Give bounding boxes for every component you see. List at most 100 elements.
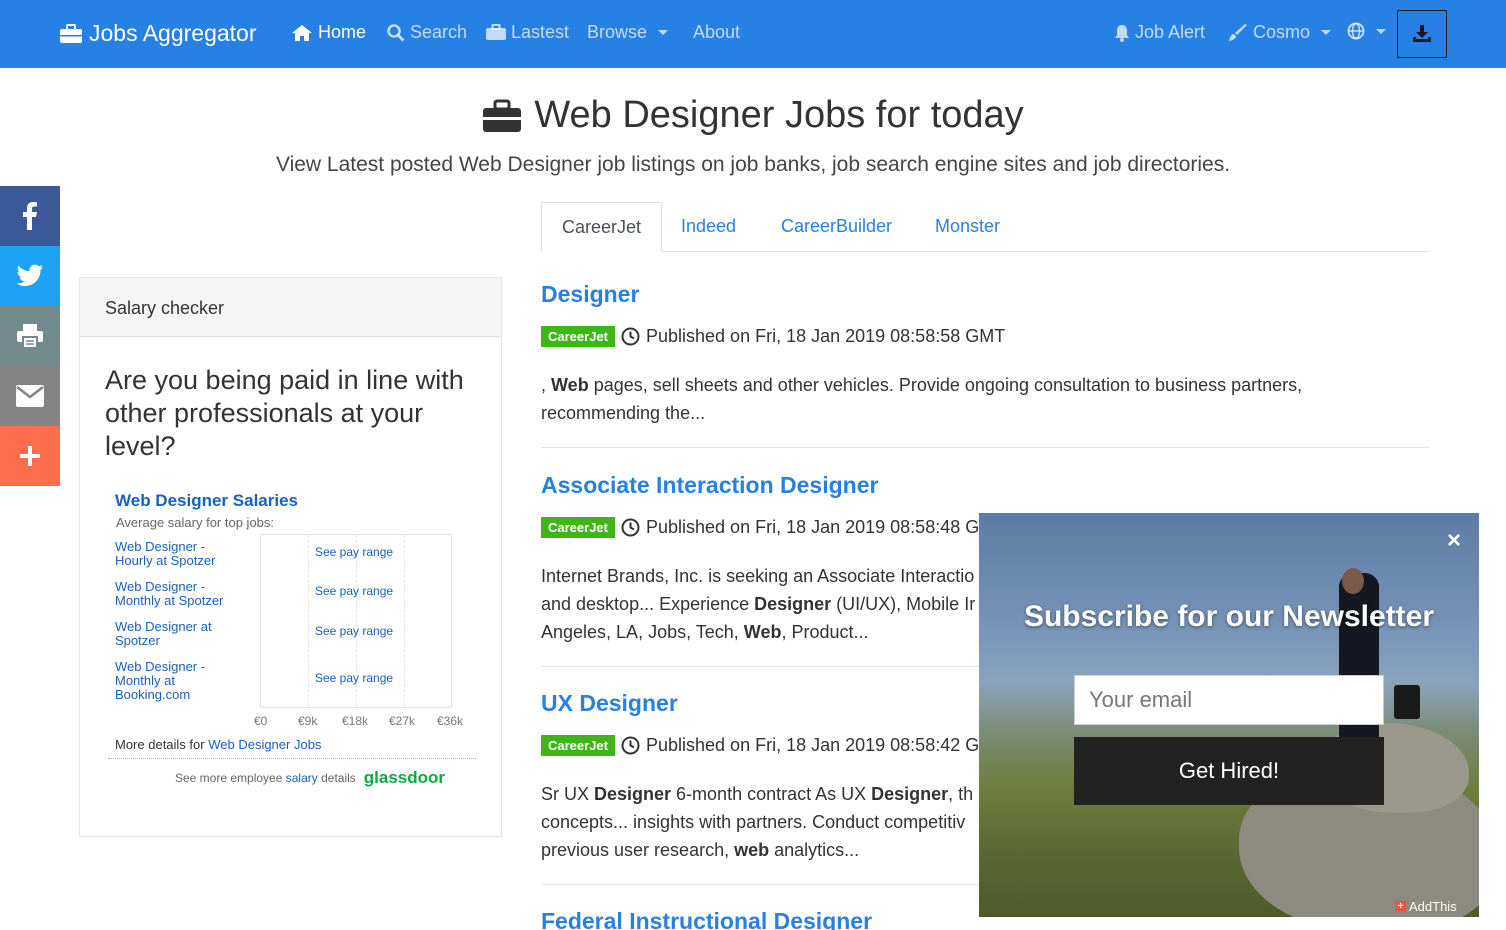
search-icon	[387, 23, 405, 42]
tab-careerbuilder[interactable]: CareerBuilder	[761, 202, 912, 252]
salary-row-label[interactable]: Web Designer - Monthly at Spotzer	[115, 580, 235, 608]
addthis-label: AddThis	[1409, 899, 1457, 914]
email-field[interactable]	[1074, 675, 1384, 725]
footer-prefix: See more employee	[175, 771, 283, 785]
download-button[interactable]	[1397, 10, 1447, 58]
nav-about-label: About	[693, 22, 741, 42]
tab-indeed[interactable]: Indeed	[661, 202, 756, 252]
nav-home-label: Home	[318, 22, 367, 42]
twitter-icon	[16, 264, 43, 286]
share-print[interactable]	[0, 306, 60, 366]
share-twitter[interactable]	[0, 246, 60, 306]
axis-tick: €36k	[437, 714, 464, 728]
axis-tick: €27k	[389, 714, 416, 728]
glassdoor-footer: See more employee salary details glassdo…	[175, 768, 445, 788]
tab-monster[interactable]: Monster	[915, 202, 1020, 252]
brand-label: Jobs Aggregator	[89, 20, 257, 46]
brand-link[interactable]: Jobs Aggregator	[59, 20, 257, 47]
get-hired-button[interactable]: Get Hired!	[1074, 737, 1384, 805]
briefcase-icon	[60, 23, 82, 43]
chevron-down-icon	[658, 30, 669, 35]
salary-row-label[interactable]: Web Designer - Monthly at Booking.com	[115, 660, 225, 702]
addthis-branding[interactable]: + AddThis	[1395, 899, 1457, 914]
axis-tick: €0	[254, 714, 268, 728]
navbar: Jobs Aggregator Home Search Lastest Brow…	[0, 0, 1506, 68]
salary-widget-title[interactable]: Web Designer Salaries	[115, 491, 298, 511]
page-title-text: Web Designer Jobs for today	[534, 94, 1024, 136]
page-title: Web Designer Jobs for today	[0, 94, 1506, 137]
card-header: Salary checker	[80, 278, 501, 337]
close-icon[interactable]: ×	[1447, 527, 1461, 555]
nav-latest[interactable]: Lastest	[486, 22, 569, 43]
axis-tick: €9k	[298, 714, 318, 728]
job-meta: CareerJet Published on Fri, 18 Jan 2019 …	[541, 517, 979, 538]
nav-job-alert[interactable]: Job Alert	[1114, 22, 1205, 43]
clock-icon	[621, 327, 640, 346]
footer-suffix: details	[321, 771, 356, 785]
see-pay-range-link[interactable]: See pay range	[315, 624, 393, 638]
plus-icon	[20, 446, 40, 466]
nav-home[interactable]: Home	[291, 22, 366, 43]
share-email[interactable]	[0, 366, 60, 426]
clock-icon	[621, 736, 640, 755]
more-details-prefix: More details for	[115, 737, 205, 752]
published-date: Published on Fri, 18 Jan 2019 08:58:58 G…	[646, 326, 1006, 346]
clock-icon	[621, 518, 640, 537]
job-meta: CareerJet Published on Fri, 18 Jan 2019 …	[541, 735, 979, 756]
addthis-icon: +	[1395, 901, 1406, 912]
nav-theme-label: Cosmo	[1253, 22, 1311, 42]
published-date: Published on Fri, 18 Jan 2019 08:58:48 G	[646, 517, 980, 537]
print-icon	[17, 324, 43, 348]
glassdoor-logo[interactable]: glassdoor	[364, 768, 445, 788]
job-title-link[interactable]: Federal Instructional Designer	[541, 908, 872, 930]
paintbrush-icon	[1229, 23, 1247, 41]
more-details: More details for Web Designer Jobs	[115, 737, 321, 752]
salary-question: Are you being paid in line with other pr…	[105, 365, 464, 461]
facebook-icon	[23, 202, 37, 230]
nav-search-label: Search	[410, 22, 468, 42]
tab-careerjet[interactable]: CareerJet	[541, 202, 663, 252]
source-badge: CareerJet	[541, 735, 615, 756]
job-meta: CareerJet Published on Fri, 18 Jan 2019 …	[541, 326, 1005, 347]
salary-row-label[interactable]: Web Designer at Spotzer	[115, 620, 235, 648]
divider	[108, 758, 476, 759]
axis-tick: €18k	[342, 714, 369, 728]
home-icon	[292, 24, 312, 41]
salary-row-label[interactable]: Web Designer - Hourly at Spotzer	[115, 540, 235, 568]
see-pay-range-link[interactable]: See pay range	[315, 545, 393, 559]
more-details-link[interactable]: Web Designer Jobs	[208, 737, 321, 752]
nav-browse-dropdown[interactable]: Browse	[587, 22, 669, 43]
see-pay-range-link[interactable]: See pay range	[315, 671, 393, 685]
nav-about[interactable]: About	[693, 22, 740, 43]
see-pay-range-link[interactable]: See pay range	[315, 584, 393, 598]
nav-job-alert-label: Job Alert	[1135, 22, 1206, 42]
grid-line	[404, 535, 405, 707]
chevron-down-icon	[1321, 30, 1332, 35]
popup-title: Subscribe for our Newsletter	[1023, 600, 1435, 633]
nav-theme-dropdown[interactable]: Cosmo	[1228, 22, 1332, 43]
job-title-link[interactable]: Designer	[541, 281, 639, 308]
grid-line	[308, 535, 309, 707]
job-title-link[interactable]: Associate Interaction Designer	[541, 472, 878, 499]
salary-link[interactable]: salary	[286, 771, 318, 785]
bell-icon	[1115, 24, 1129, 42]
newsletter-popup: × Subscribe for our Newsletter Get Hired…	[979, 513, 1479, 917]
nav-language-dropdown[interactable]	[1347, 22, 1386, 40]
nav-browse-label: Browse	[587, 22, 648, 42]
share-more[interactable]	[0, 426, 60, 486]
background-person-head	[1342, 568, 1364, 594]
divider	[541, 447, 1430, 448]
share-facebook[interactable]	[0, 186, 60, 246]
source-badge: CareerJet	[541, 326, 615, 347]
briefcase-icon	[486, 24, 506, 40]
background-briefcase	[1394, 685, 1420, 719]
salary-widget-subtitle: Average salary for top jobs:	[116, 515, 275, 530]
briefcase-icon	[483, 99, 522, 132]
email-icon	[16, 385, 44, 407]
published-date: Published on Fri, 18 Jan 2019 08:58:42 G	[646, 735, 980, 755]
nav-latest-label: Lastest	[511, 22, 570, 42]
job-title-link[interactable]: UX Designer	[541, 690, 678, 717]
nav-search[interactable]: Search	[387, 22, 467, 43]
chevron-down-icon	[1376, 28, 1386, 34]
page-lead: View Latest posted Web Designer job list…	[275, 153, 1231, 176]
